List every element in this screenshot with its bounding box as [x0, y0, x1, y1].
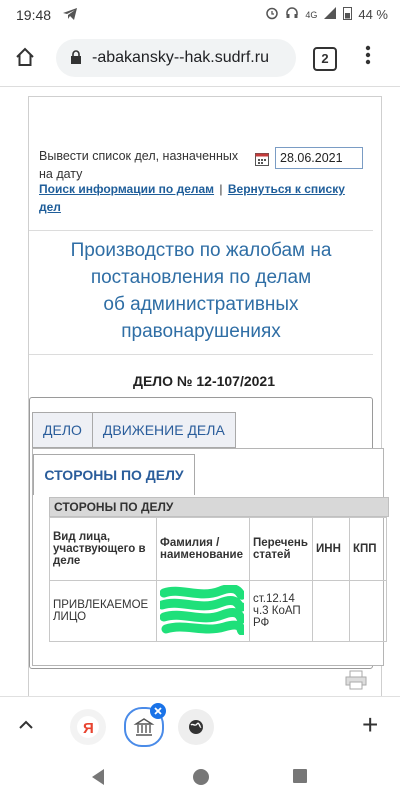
court-tab-icon[interactable] — [124, 703, 166, 747]
date-filter-label: Вывести список дел, назначенных на дату — [39, 149, 239, 181]
search-cases-link[interactable]: Поиск информации по делам — [39, 182, 214, 196]
column-header: Вид лица, участвующего в деле — [49, 517, 157, 581]
case-panel: ДЕЛО ДВИЖЕНИЕ ДЕЛА СТОРОНЫ ПО ДЕЛУ СТОРО… — [29, 397, 389, 669]
party-kind: ПРИВЛЕКАЕМОЕ ЛИЦО — [49, 580, 157, 642]
status-time: 19:48 — [16, 7, 52, 23]
divider — [29, 354, 373, 355]
home-nav-icon[interactable] — [192, 768, 210, 791]
plus-icon[interactable]: + — [362, 711, 378, 739]
articles: ст.12.14 ч.3 КоАП РФ — [249, 580, 313, 642]
redaction-scribble — [160, 584, 244, 635]
url-text: -abakansky--hak.sudrf.ru — [92, 49, 269, 66]
svg-text:Я: Я — [83, 720, 94, 737]
bottom-toolbar: Я + — [0, 696, 400, 757]
battery-icon — [343, 6, 353, 23]
column-header: КПП — [349, 517, 387, 581]
headset-icon — [285, 6, 299, 23]
inn-value — [312, 580, 350, 642]
yandex-tab-icon[interactable]: Я — [70, 709, 106, 745]
battery-percent: 44 % — [358, 7, 388, 22]
chevron-up-icon[interactable] — [18, 717, 34, 735]
case-tabs: ДЕЛО ДВИЖЕНИЕ ДЕЛА — [32, 412, 236, 448]
navigation-links: Поиск информации по делам | Вернуться к … — [39, 180, 359, 216]
kpp-value — [349, 580, 387, 642]
tab-content: СТОРОНЫ ПО ДЕЛУ СТОРОНЫ ПО ДЕЛУ Вид лица… — [32, 448, 389, 666]
divider — [29, 230, 373, 231]
page-title: Производство по жалобам на постановления… — [41, 237, 361, 345]
home-icon[interactable] — [14, 46, 36, 73]
party-name-redacted — [156, 580, 250, 642]
date-input[interactable]: 28.06.2021 — [275, 147, 363, 169]
page-content: Вывести список дел, назначенных на дату … — [28, 96, 389, 697]
status-bar: 19:48 4G 44 % — [0, 0, 400, 30]
case-number: ДЕЛО № 12-107/2021 — [132, 373, 276, 389]
link-separator: | — [219, 182, 223, 196]
page-title-line: об административных — [103, 294, 299, 315]
tab-case-movement[interactable]: ДВИЖЕНИЕ ДЕЛА — [92, 412, 236, 448]
tab-case[interactable]: ДЕЛО — [32, 412, 93, 448]
column-header: Перечень статей — [249, 517, 313, 581]
lock-icon — [70, 50, 82, 70]
column-header: ИНН — [312, 517, 350, 581]
parties-table: СТОРОНЫ ПО ДЕЛУ Вид лица, участвующего в… — [49, 497, 389, 642]
menu-icon[interactable] — [365, 44, 371, 71]
browser-toolbar: -abakansky--hak.sudrf.ru 2 — [0, 30, 400, 87]
tab-parties[interactable]: СТОРОНЫ ПО ДЕЛУ — [33, 454, 195, 495]
column-header: Фамилия / наименование — [156, 517, 250, 581]
calendar-icon[interactable] — [255, 152, 269, 171]
table-header-row: Вид лица, участвующего в деле Фамилия / … — [49, 517, 387, 581]
close-icon[interactable] — [150, 703, 166, 719]
globe-tab-icon[interactable] — [178, 709, 214, 745]
page-title-line: Производство по жалобам на — [70, 240, 332, 261]
page-title-line: правонарушениях — [121, 321, 281, 342]
tab-switcher-button[interactable]: 2 — [313, 47, 337, 71]
table-caption: СТОРОНЫ ПО ДЕЛУ — [49, 497, 389, 517]
signal-icon — [323, 6, 337, 23]
page-title-line: постановления по делам — [90, 267, 312, 288]
printer-icon[interactable] — [345, 670, 367, 695]
back-icon[interactable] — [90, 768, 106, 791]
network-label: 4G — [305, 9, 318, 20]
system-nav-bar — [0, 756, 400, 800]
recents-icon[interactable] — [292, 768, 308, 789]
alarm-icon — [265, 6, 279, 23]
telegram-icon — [62, 6, 78, 27]
table-row: ПРИВЛЕКАЕМОЕ ЛИЦО ст.12.14 ч.3 КоАП РФ — [49, 580, 387, 642]
address-bar[interactable]: -abakansky--hak.sudrf.ru — [56, 39, 296, 77]
